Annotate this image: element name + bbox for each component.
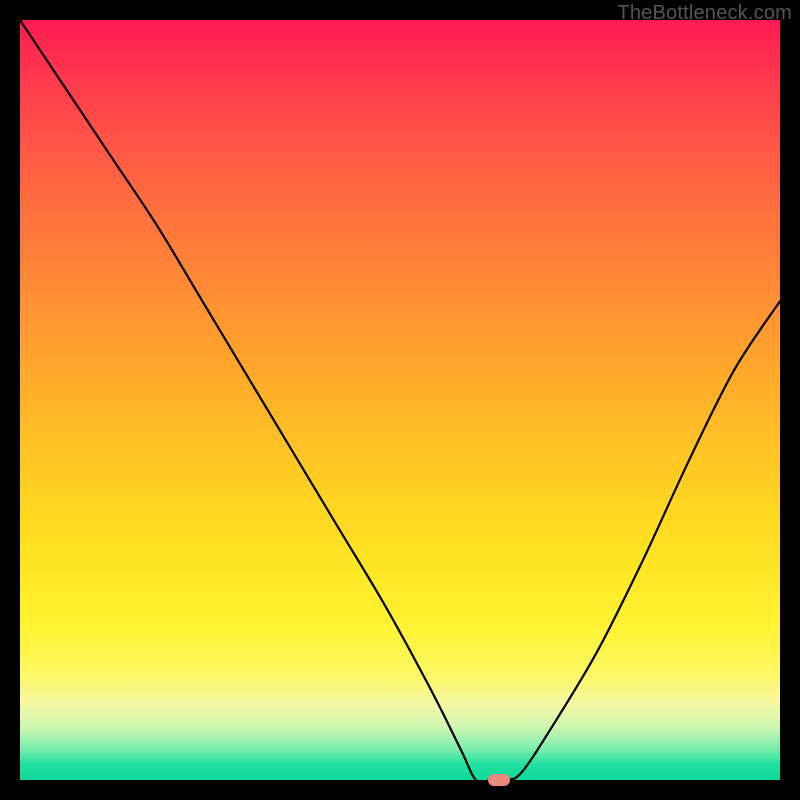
bottleneck-curve [20, 20, 780, 780]
optimal-point-marker [488, 774, 510, 786]
chart-container: TheBottleneck.com [0, 0, 800, 800]
plot-area [20, 20, 780, 780]
